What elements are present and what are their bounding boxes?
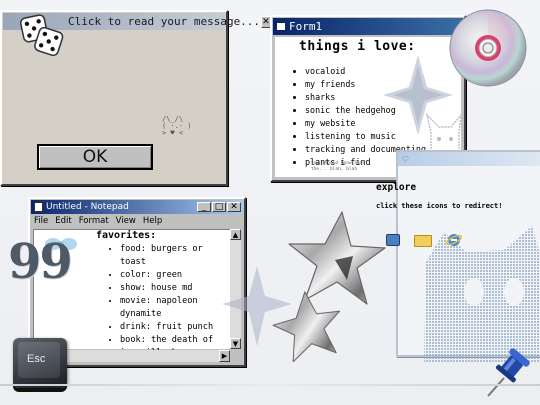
message-window: Click to read your message... ✕ /\_/\ ( … [0, 10, 271, 186]
list-item: show: house md [120, 282, 230, 295]
explore-titlebar: ♡ [398, 152, 540, 166]
bottom-divider [0, 384, 540, 386]
folder-icon[interactable] [414, 235, 432, 247]
swirl-text: 99 [8, 234, 73, 290]
maximize-button[interactable]: □ [212, 202, 226, 212]
internet-explorer-icon[interactable] [445, 232, 463, 248]
swirl-decoration: 99 [0, 222, 80, 292]
list-item: color: green [120, 269, 230, 282]
list-item: drink: fruit punch [120, 321, 230, 334]
list-item: sharks [305, 91, 426, 104]
list-item: my friends [305, 78, 426, 91]
notepad-titlebar: Untitled - Notepad _ □ ✕ [31, 200, 243, 214]
form-icon [276, 22, 286, 31]
form1-note: you should know about the... blah, blah [311, 161, 368, 172]
list-item: sonic the hedgehog [305, 104, 426, 117]
favorites-list: food: burgers or toast color: green show… [106, 243, 230, 360]
esc-key-label: Esc [27, 353, 46, 365]
notepad-title: Untitled - Notepad [46, 202, 129, 212]
menu-view[interactable]: View [116, 216, 136, 226]
dice-icon [19, 14, 64, 57]
monitor-icon[interactable] [386, 234, 400, 246]
list-item: movie: napoleon dynamite [120, 295, 230, 321]
notepad-icon [34, 202, 43, 212]
menu-format[interactable]: Format [79, 216, 109, 226]
heart-icon: ♡ [402, 154, 410, 164]
esc-key: Esc [13, 338, 67, 388]
close-button[interactable]: ✕ [227, 202, 241, 212]
menu-help[interactable]: Help [143, 216, 162, 226]
list-item: vocaloid [305, 65, 426, 78]
form1-title: Form1 [289, 20, 323, 33]
explore-panel: explore click these icons to redirect! [376, 180, 520, 230]
scroll-up-arrow[interactable]: ▲ [230, 229, 241, 240]
list-item: my website [305, 117, 426, 130]
pixel-star-icon [222, 266, 292, 346]
push-pin-icon [487, 348, 530, 397]
explore-window: ♡ explore click these icons to redirect! [376, 150, 540, 362]
list-item: listening to music [305, 130, 426, 143]
explore-title: explore [376, 182, 417, 193]
cd-disc-icon [449, 9, 527, 87]
ok-button[interactable]: OK [37, 144, 153, 170]
favorites-heading: favorites: [96, 230, 157, 241]
explore-subtitle: click these icons to redirect! [376, 202, 503, 210]
minimize-button[interactable]: _ [197, 202, 211, 212]
form1-heading: things i love: [299, 39, 416, 54]
ok-button-label: OK [82, 147, 108, 167]
cat-face-art: /\_/\ ( ·.· ) > ♥ < [162, 115, 192, 137]
form1-titlebar: Form1 [273, 18, 463, 35]
list-item: food: burgers or toast [120, 243, 230, 269]
scroll-right-arrow[interactable]: ▶ [219, 350, 230, 362]
